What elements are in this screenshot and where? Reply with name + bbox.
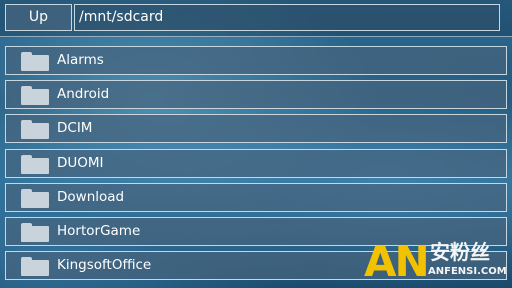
folder-icon xyxy=(21,86,49,106)
folder-row-android[interactable]: Android xyxy=(5,80,507,110)
watermark-mark: AN xyxy=(364,237,430,286)
folder-label: HortorGame xyxy=(57,222,141,239)
folder-label: Download xyxy=(57,188,125,205)
toolbar: Up /mnt/sdcard xyxy=(0,0,512,37)
watermark-url: ANFENSI.COM xyxy=(428,266,507,277)
folder-icon xyxy=(21,120,49,140)
folder-row-duomi[interactable]: DUOMI xyxy=(5,148,507,178)
watermark-logo: AN 安粉丝 ANFENSI.COM xyxy=(364,236,512,288)
folder-icon xyxy=(21,257,49,277)
folder-icon xyxy=(21,154,49,174)
folder-icon xyxy=(21,188,49,208)
current-path: /mnt/sdcard xyxy=(74,4,500,31)
folder-label: Android xyxy=(57,86,110,103)
folder-row-dcim[interactable]: DCIM xyxy=(5,114,507,144)
folder-icon xyxy=(21,222,49,242)
folder-row-alarms[interactable]: Alarms xyxy=(5,46,507,75)
watermark-name: 安粉丝 xyxy=(430,240,490,264)
folder-icon xyxy=(21,52,49,71)
folder-label: Alarms xyxy=(57,52,104,68)
folder-label: DUOMI xyxy=(57,154,104,171)
folder-label: DCIM xyxy=(57,120,93,137)
folder-label: KingsoftOffice xyxy=(57,257,152,274)
folder-row-download[interactable]: Download xyxy=(5,182,507,212)
up-button[interactable]: Up xyxy=(5,4,72,31)
